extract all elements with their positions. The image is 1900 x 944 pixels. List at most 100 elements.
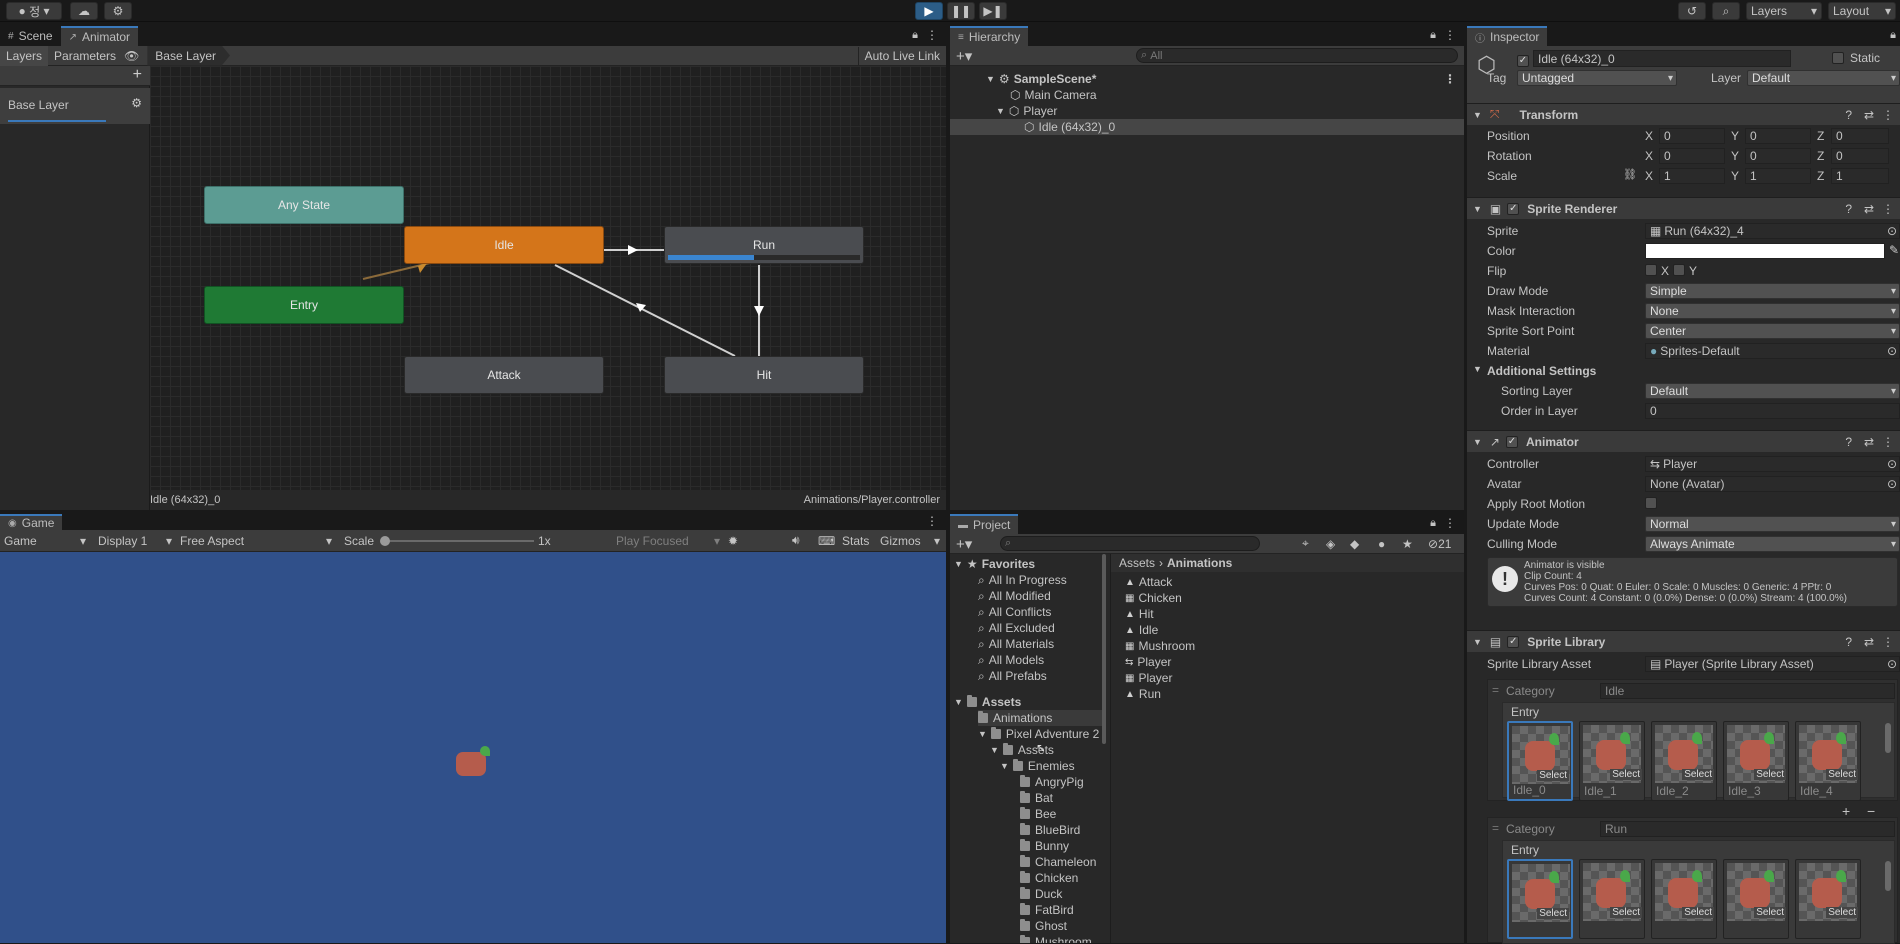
favorites-header[interactable]: ▼ ★ Favorites <box>954 556 1035 572</box>
stats-button[interactable]: Stats <box>842 534 869 548</box>
lock-icon[interactable]: 🔒︎ <box>1430 29 1436 42</box>
preset-icon[interactable]: ⇄ <box>1864 202 1874 216</box>
active-checkbox[interactable]: ✓ <box>1517 52 1529 67</box>
tab-scene[interactable]: # Scene <box>0 26 61 46</box>
transform-y-field[interactable]: 0 <box>1745 128 1811 144</box>
hidden-packages-icon[interactable]: ⊘21 <box>1428 537 1451 551</box>
play-focused-dropdown[interactable]: Play Focused ▾ <box>616 532 722 550</box>
sprite-entry[interactable]: Select Idle_0 <box>1507 721 1573 801</box>
flip-x-checkbox[interactable] <box>1645 264 1657 279</box>
warning-filter-icon[interactable]: ● <box>1378 537 1385 551</box>
chevron-down-icon[interactable]: ▼ <box>1000 761 1009 771</box>
preset-icon[interactable]: ⇄ <box>1864 435 1874 449</box>
tab-hierarchy[interactable]: ≡ Hierarchy <box>950 26 1029 46</box>
layer-dropdown[interactable]: Default <box>1747 70 1900 86</box>
project-search-input[interactable]: ⌕ <box>1000 536 1260 551</box>
keyboard-icon[interactable]: ⌨ <box>818 534 835 548</box>
state-any-state[interactable]: Any State <box>204 186 404 224</box>
favorite-item[interactable]: ⌕ All In Progress <box>978 572 1067 588</box>
chevron-down-icon[interactable]: ▼ <box>1473 204 1482 214</box>
speaker-icon[interactable]: 🔊︎ <box>792 533 800 548</box>
sprite-library-asset-field[interactable]: ▤ Player (Sprite Library Asset) ⊙ <box>1645 656 1900 672</box>
mask-interaction-dropdown[interactable]: None <box>1645 303 1900 319</box>
label-icon[interactable]: ◆ <box>1350 537 1359 551</box>
sprite-entry[interactable]: Select <box>1579 859 1645 939</box>
chevron-down-icon[interactable]: ▼ <box>990 745 999 755</box>
component-enabled-checkbox[interactable]: ✓ <box>1507 635 1520 648</box>
favorite-item[interactable]: ⌕ All Models <box>978 652 1044 668</box>
select-button[interactable]: Select <box>1610 769 1642 780</box>
display-dropdown[interactable]: Display 1 ▾ <box>98 532 174 550</box>
component-enabled-checkbox[interactable]: ✓ <box>1507 202 1520 215</box>
additional-settings-foldout[interactable]: Additional Settings <box>1487 364 1596 378</box>
tab-game[interactable]: ◉ Game <box>0 514 63 530</box>
lock-icon[interactable]: 🔒︎ <box>1890 29 1896 42</box>
sprite-renderer-header[interactable]: ▼ ▣ ✓ Sprite Renderer ? ⇄ ⋮ <box>1467 197 1900 219</box>
chevron-down-icon[interactable]: ▼ <box>986 74 995 84</box>
more-menu-icon[interactable]: ⋮ <box>1882 435 1894 449</box>
select-button[interactable]: Select <box>1682 907 1714 918</box>
static-checkbox[interactable] <box>1832 52 1844 67</box>
parameters-tab[interactable]: Parameters <box>48 46 122 66</box>
step-button[interactable]: ▶❚ <box>979 2 1007 20</box>
select-button[interactable]: Select <box>1682 769 1714 780</box>
transform-z-field[interactable]: 1 <box>1831 168 1889 184</box>
chevron-down-icon[interactable]: ▼ <box>1473 110 1482 120</box>
folder-item[interactable]: ▼ Pixel Adventure 2 <box>978 726 1099 742</box>
more-menu-icon[interactable]: ⋮ <box>926 28 938 42</box>
preset-icon[interactable]: ⇄ <box>1864 635 1874 649</box>
help-icon[interactable]: ? <box>1845 635 1852 649</box>
select-button[interactable]: Select <box>1826 769 1858 780</box>
more-menu-icon[interactable]: ⋮ <box>1444 72 1456 86</box>
folder-item[interactable]: Animations <box>978 710 1106 726</box>
chevron-down-icon[interactable]: ▼ <box>1473 364 1482 374</box>
add-button[interactable]: +▾ <box>956 47 972 65</box>
more-menu-icon[interactable]: ⋮ <box>926 514 938 528</box>
file-item[interactable]: ▦ Chicken <box>1125 590 1182 606</box>
folder-tree-scrollbar[interactable] <box>1102 554 1106 744</box>
object-picker-icon[interactable]: ⊙ <box>1887 477 1897 491</box>
bug-icon[interactable]: ✹ <box>728 534 738 548</box>
folder-item[interactable]: Bat <box>1020 790 1053 806</box>
state-run[interactable]: Run <box>664 226 864 264</box>
help-icon[interactable]: ? <box>1845 202 1852 216</box>
state-entry[interactable]: Entry <box>204 286 404 324</box>
layers-tab[interactable]: Layers <box>0 45 49 66</box>
gear-icon[interactable]: ⚙ <box>131 96 142 110</box>
select-button[interactable]: Select <box>1537 908 1569 919</box>
folder-item[interactable]: Duck <box>1020 886 1062 902</box>
layers-dropdown[interactable]: Layers ▾ <box>1746 2 1822 20</box>
cloud-button[interactable]: ☁ <box>70 2 98 20</box>
breadcrumb-assets[interactable]: Assets <box>1119 556 1155 570</box>
breadcrumb-animations[interactable]: Animations <box>1167 556 1232 570</box>
favorite-item[interactable]: ⌕ All Conflicts <box>978 604 1051 620</box>
flip-y-checkbox[interactable] <box>1673 264 1685 279</box>
sprite-entry[interactable]: Select Idle_2 <box>1651 721 1717 801</box>
transform-y-field[interactable]: 0 <box>1745 148 1811 164</box>
scale-slider-handle[interactable] <box>380 536 390 546</box>
layout-dropdown[interactable]: Layout ▾ <box>1828 2 1896 20</box>
file-item[interactable]: ▲ Hit <box>1125 606 1154 622</box>
hierarchy-search-input[interactable]: ⌕ All <box>1136 48 1458 63</box>
folder-item[interactable]: BlueBird <box>1020 822 1080 838</box>
avatar-field[interactable]: None (Avatar) ⊙ <box>1645 476 1900 492</box>
entry-scrollbar[interactable] <box>1885 723 1891 753</box>
folder-item[interactable]: Chameleon <box>1020 854 1096 870</box>
tab-inspector[interactable]: ⓘ Inspector <box>1467 26 1548 46</box>
sort-point-dropdown[interactable]: Center <box>1645 323 1900 339</box>
sprite-entry[interactable]: Select <box>1723 859 1789 939</box>
favorite-item[interactable]: ⌕ All Excluded <box>978 620 1055 636</box>
select-button[interactable]: Select <box>1610 907 1642 918</box>
sprite-entry[interactable]: Select Idle_4 <box>1795 721 1861 801</box>
folder-item[interactable]: FatBird <box>1020 902 1074 918</box>
sprite-field[interactable]: ▦ Run (64x32)_4 ⊙ <box>1645 223 1900 239</box>
more-menu-icon[interactable]: ⋮ <box>1882 108 1894 122</box>
controller-field[interactable]: ⇆ Player ⊙ <box>1645 456 1900 472</box>
object-picker-icon[interactable]: ⊙ <box>1887 457 1897 471</box>
transform-header[interactable]: ▼ ⤧ Transform ? ⇄ ⋮ <box>1467 103 1900 125</box>
drag-handle-icon[interactable]: = <box>1492 821 1499 835</box>
eyedropper-icon[interactable]: ✎ <box>1889 243 1899 257</box>
favorite-item[interactable]: ⌕ All Prefabs <box>978 668 1047 684</box>
hierarchy-item-main-camera[interactable]: ⬡ Main Camera <box>1010 87 1097 103</box>
chevron-down-icon[interactable]: ▼ <box>996 106 1005 116</box>
